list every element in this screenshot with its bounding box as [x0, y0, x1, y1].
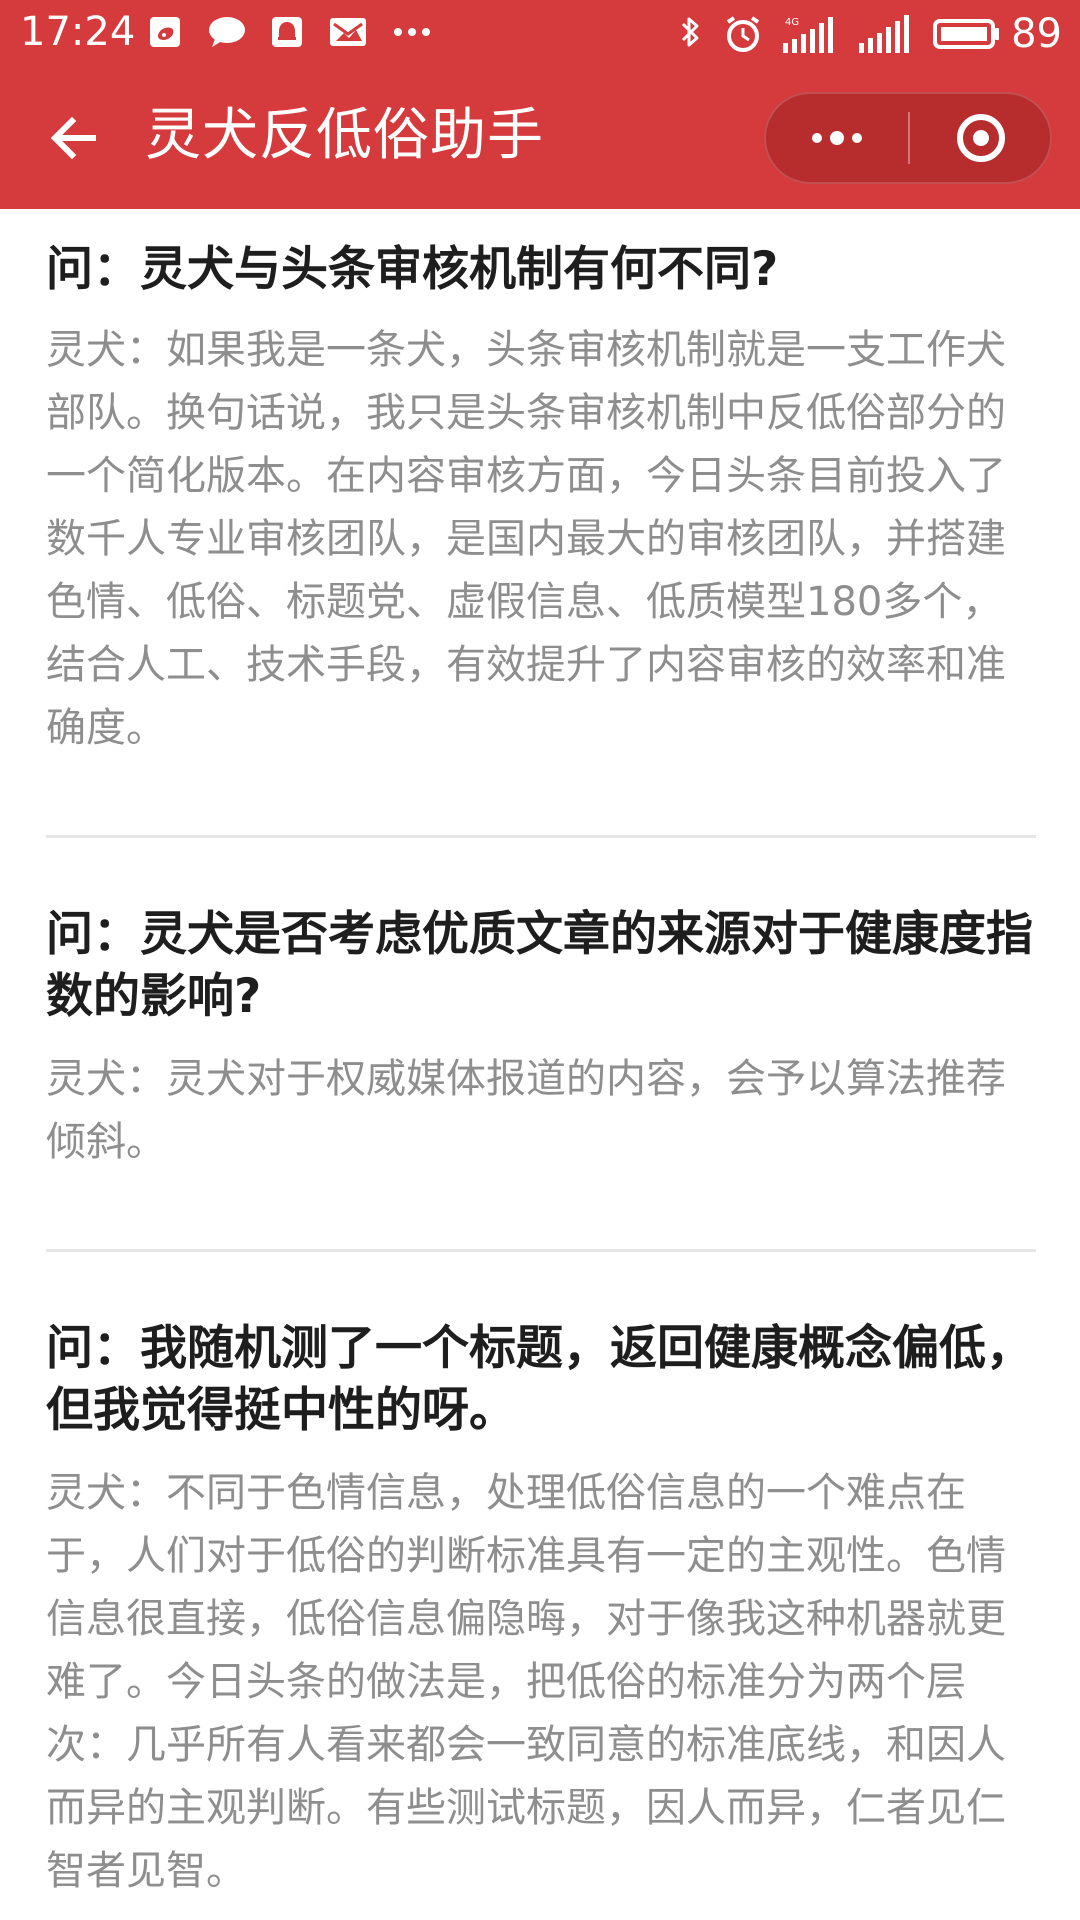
faq-answer: 灵犬：灵犬对于权威媒体报道的内容，会予以算法推荐倾斜。 — [46, 1056, 1006, 1165]
ellipsis-icon — [392, 22, 432, 42]
more-menu-button[interactable] — [766, 94, 908, 182]
target-close-icon — [957, 114, 1005, 162]
battery-icon — [933, 17, 1001, 51]
signal-icon — [857, 13, 915, 55]
faq-question: 问：灵犬与头条审核机制有何不同? — [46, 242, 779, 297]
faq-content[interactable]: 问：灵犬与头条审核机制有何不同? 灵犬：如果我是一条犬，头条审核机制就是一支工作… — [0, 209, 1080, 1920]
page-title: 灵犬反低俗助手 — [145, 103, 544, 168]
system-status-icons: 4G 89 — [677, 10, 1062, 58]
faq-question: 问：灵犬是否考虑优质文章的来源对于健康度指数的影响? — [46, 907, 1033, 1024]
faq-item: 问：我随机测了一个标题，返回健康概念偏低，但我觉得挺中性的呀。 灵犬：不同于色情… — [46, 1318, 1036, 1903]
signal-icon: 4G — [781, 13, 839, 55]
section-divider — [46, 835, 1036, 838]
faq-item: 问：灵犬是否考虑优质文章的来源对于健康度指数的影响? 灵犬：灵犬对于权威媒体报道… — [46, 904, 1036, 1174]
nav-bar: 灵犬反低俗助手 — [0, 88, 1080, 188]
mail-icon — [328, 14, 370, 50]
message-icon — [206, 14, 248, 50]
section-divider — [46, 1249, 1036, 1252]
back-button[interactable] — [42, 106, 106, 170]
battery-status: 89 — [933, 10, 1062, 58]
faq-answer: 灵犬：如果我是一条犬，头条审核机制就是一支工作犬部队。换句话说，我只是头条审核机… — [46, 327, 1006, 751]
bell-icon — [270, 14, 306, 50]
status-time: 17:24 — [20, 9, 136, 55]
arrow-left-icon — [50, 116, 96, 160]
faq-item: 问：灵犬与头条审核机制有何不同? 灵犬：如果我是一条犬，头条审核机制就是一支工作… — [46, 239, 1036, 760]
scrollbar[interactable] — [1074, 209, 1080, 1920]
weibo-icon — [148, 14, 184, 50]
status-bar: 17:24 4G 89 — [0, 0, 1080, 66]
network-type-label: 4G — [785, 17, 799, 28]
faq-question: 问：我随机测了一个标题，返回健康概念偏低，但我觉得挺中性的呀。 — [46, 1321, 1033, 1438]
top-bar: 17:24 4G 89 灵犬反低俗助手 — [0, 0, 1080, 209]
alarm-icon — [723, 14, 763, 54]
mini-program-capsule — [764, 92, 1052, 184]
faq-list: 问：灵犬与头条审核机制有何不同? 灵犬：如果我是一条犬，头条审核机制就是一支工作… — [46, 209, 1036, 1903]
battery-level: 89 — [1011, 11, 1062, 57]
notification-icons — [148, 14, 432, 50]
close-mini-program-button[interactable] — [910, 94, 1052, 182]
bluetooth-icon — [677, 14, 705, 54]
faq-answer: 灵犬：不同于色情信息，处理低俗信息的一个难点在于，人们对于低俗的判断标准具有一定… — [46, 1470, 1006, 1894]
more-dots-icon — [812, 131, 862, 145]
